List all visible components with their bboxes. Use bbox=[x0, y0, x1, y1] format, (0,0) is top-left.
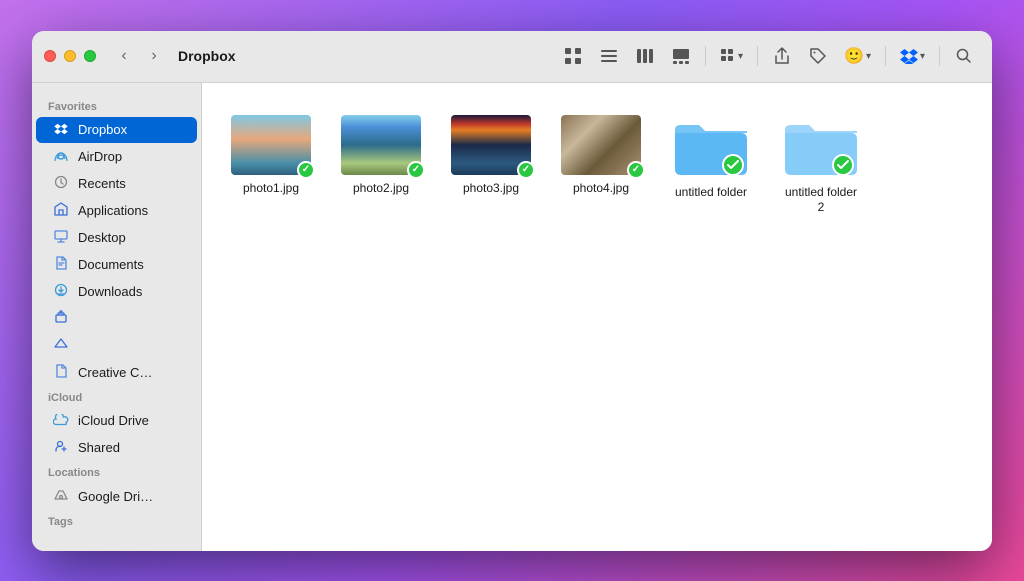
sidebar-item-icloud-drive[interactable]: iCloud Drive bbox=[36, 408, 197, 434]
toolbar-divider-1 bbox=[705, 46, 706, 66]
file-thumb-wrapper-photo4: ✓ bbox=[561, 115, 641, 175]
sync-badge-photo4: ✓ bbox=[627, 161, 645, 179]
search-button[interactable] bbox=[948, 40, 980, 72]
favorites-section-label: Favorites bbox=[32, 95, 201, 117]
folder-icon-2 bbox=[781, 115, 861, 179]
sidebar-item-applications[interactable]: Applications bbox=[36, 197, 197, 224]
file-item-photo2[interactable]: ✓ photo2.jpg bbox=[336, 107, 426, 205]
sidebar-item-downloads[interactable]: Downloads bbox=[36, 278, 197, 305]
file-name-photo1: photo1.jpg bbox=[243, 181, 299, 197]
window-title: Dropbox bbox=[178, 48, 236, 64]
nav-buttons: ‹ › bbox=[112, 44, 166, 68]
file-name-photo2: photo2.jpg bbox=[353, 181, 409, 197]
toolbar-divider-3 bbox=[885, 46, 886, 66]
sidebar-item-desktop[interactable]: Desktop bbox=[36, 224, 197, 251]
close-button[interactable] bbox=[44, 50, 56, 62]
group-button[interactable]: ▾ bbox=[714, 44, 749, 68]
shared-icon bbox=[52, 439, 70, 456]
desktop-icon bbox=[52, 229, 70, 246]
sidebar-item-applications-label: Applications bbox=[78, 203, 148, 218]
sidebar-item-google-drive-label: Google Dri… bbox=[78, 489, 153, 504]
file-name-photo4: photo4.jpg bbox=[573, 181, 629, 197]
minimize-button[interactable] bbox=[64, 50, 76, 62]
icloud-drive-icon bbox=[52, 413, 70, 429]
file-thumb-wrapper-photo2: ✓ bbox=[341, 115, 421, 175]
file-thumb-wrapper-photo3: ✓ bbox=[451, 115, 531, 175]
locations-section-label: Locations bbox=[32, 461, 201, 483]
sidebar-item-google-drive[interactable]: Google Dri… bbox=[36, 483, 197, 510]
file-item-folder1[interactable]: untitled folder bbox=[666, 107, 756, 209]
sidebar-item-dropbox[interactable]: Dropbox bbox=[36, 117, 197, 143]
recents-icon bbox=[52, 175, 70, 192]
back-button[interactable]: ‹ bbox=[112, 44, 136, 68]
sidebar-item-documents[interactable]: Documents bbox=[36, 251, 197, 278]
sidebar-item-stack1[interactable] bbox=[36, 305, 197, 332]
stack1-icon bbox=[52, 310, 70, 327]
sidebar-item-creative[interactable]: Creative C… bbox=[36, 359, 197, 386]
toolbar-divider-4 bbox=[939, 46, 940, 66]
sidebar-item-creative-label: Creative C… bbox=[78, 365, 152, 380]
google-drive-icon bbox=[52, 488, 70, 505]
creative-icon bbox=[52, 364, 70, 381]
icloud-section-label: iCloud bbox=[32, 386, 201, 408]
file-item-photo3[interactable]: ✓ photo3.jpg bbox=[446, 107, 536, 205]
dropbox-icon bbox=[52, 122, 70, 138]
folder-wrapper-1 bbox=[671, 115, 751, 179]
toolbar-divider-2 bbox=[757, 46, 758, 66]
sidebar-item-recents-label: Recents bbox=[78, 176, 126, 191]
toolbar-right: ▾ 🙂 ▾ bbox=[557, 40, 980, 72]
file-name-photo3: photo3.jpg bbox=[463, 181, 519, 197]
file-name-folder1: untitled folder bbox=[675, 185, 747, 201]
file-area: ✓ photo1.jpg ✓ photo2.jpg ✓ bbox=[202, 83, 992, 551]
sync-badge-photo2: ✓ bbox=[407, 161, 425, 179]
tags-section-label: Tags bbox=[32, 510, 201, 532]
file-name-folder2: untitled folder 2 bbox=[784, 185, 858, 216]
view-icon-button[interactable] bbox=[557, 40, 589, 72]
sidebar-item-desktop-label: Desktop bbox=[78, 230, 126, 245]
file-item-photo4[interactable]: ✓ photo4.jpg bbox=[556, 107, 646, 205]
sidebar-item-stack2[interactable] bbox=[36, 332, 197, 359]
sidebar-item-shared-label: Shared bbox=[78, 440, 120, 455]
maximize-button[interactable] bbox=[84, 50, 96, 62]
sidebar-item-airdrop[interactable]: AirDrop bbox=[36, 143, 197, 170]
sync-badge-photo3: ✓ bbox=[517, 161, 535, 179]
view-columns-button[interactable] bbox=[629, 40, 661, 72]
sidebar-item-icloud-drive-label: iCloud Drive bbox=[78, 413, 149, 428]
stack2-icon bbox=[52, 337, 70, 354]
applications-icon bbox=[52, 202, 70, 219]
airdrop-icon bbox=[52, 148, 70, 165]
traffic-lights bbox=[44, 50, 96, 62]
emoji-button[interactable]: 🙂 ▾ bbox=[838, 42, 877, 70]
tag-button[interactable] bbox=[802, 40, 834, 72]
file-item-photo1[interactable]: ✓ photo1.jpg bbox=[226, 107, 316, 205]
share-button[interactable] bbox=[766, 40, 798, 72]
forward-button[interactable]: › bbox=[142, 44, 166, 68]
sidebar-item-airdrop-label: AirDrop bbox=[78, 149, 122, 164]
sidebar-item-documents-label: Documents bbox=[78, 257, 144, 272]
folder-wrapper-2 bbox=[781, 115, 861, 179]
sidebar-item-recents[interactable]: Recents bbox=[36, 170, 197, 197]
sync-badge-photo1: ✓ bbox=[297, 161, 315, 179]
view-gallery-button[interactable] bbox=[665, 40, 697, 72]
file-item-folder2[interactable]: untitled folder 2 bbox=[776, 107, 866, 224]
files-grid: ✓ photo1.jpg ✓ photo2.jpg ✓ bbox=[226, 107, 968, 224]
view-list-button[interactable] bbox=[593, 40, 625, 72]
sidebar: Favorites Dropbox AirDrop bbox=[32, 83, 202, 551]
finder-window: ‹ › Dropbox bbox=[32, 31, 992, 551]
documents-icon bbox=[52, 256, 70, 273]
downloads-icon bbox=[52, 283, 70, 300]
folder-icon-1 bbox=[671, 115, 751, 179]
sidebar-item-dropbox-label: Dropbox bbox=[78, 122, 127, 137]
file-thumb-wrapper-photo1: ✓ bbox=[231, 115, 311, 175]
sidebar-item-shared[interactable]: Shared bbox=[36, 434, 197, 461]
dropbox-button[interactable]: ▾ bbox=[894, 44, 931, 68]
titlebar: ‹ › Dropbox bbox=[32, 31, 992, 83]
sidebar-item-downloads-label: Downloads bbox=[78, 284, 142, 299]
main-content: Favorites Dropbox AirDrop bbox=[32, 83, 992, 551]
